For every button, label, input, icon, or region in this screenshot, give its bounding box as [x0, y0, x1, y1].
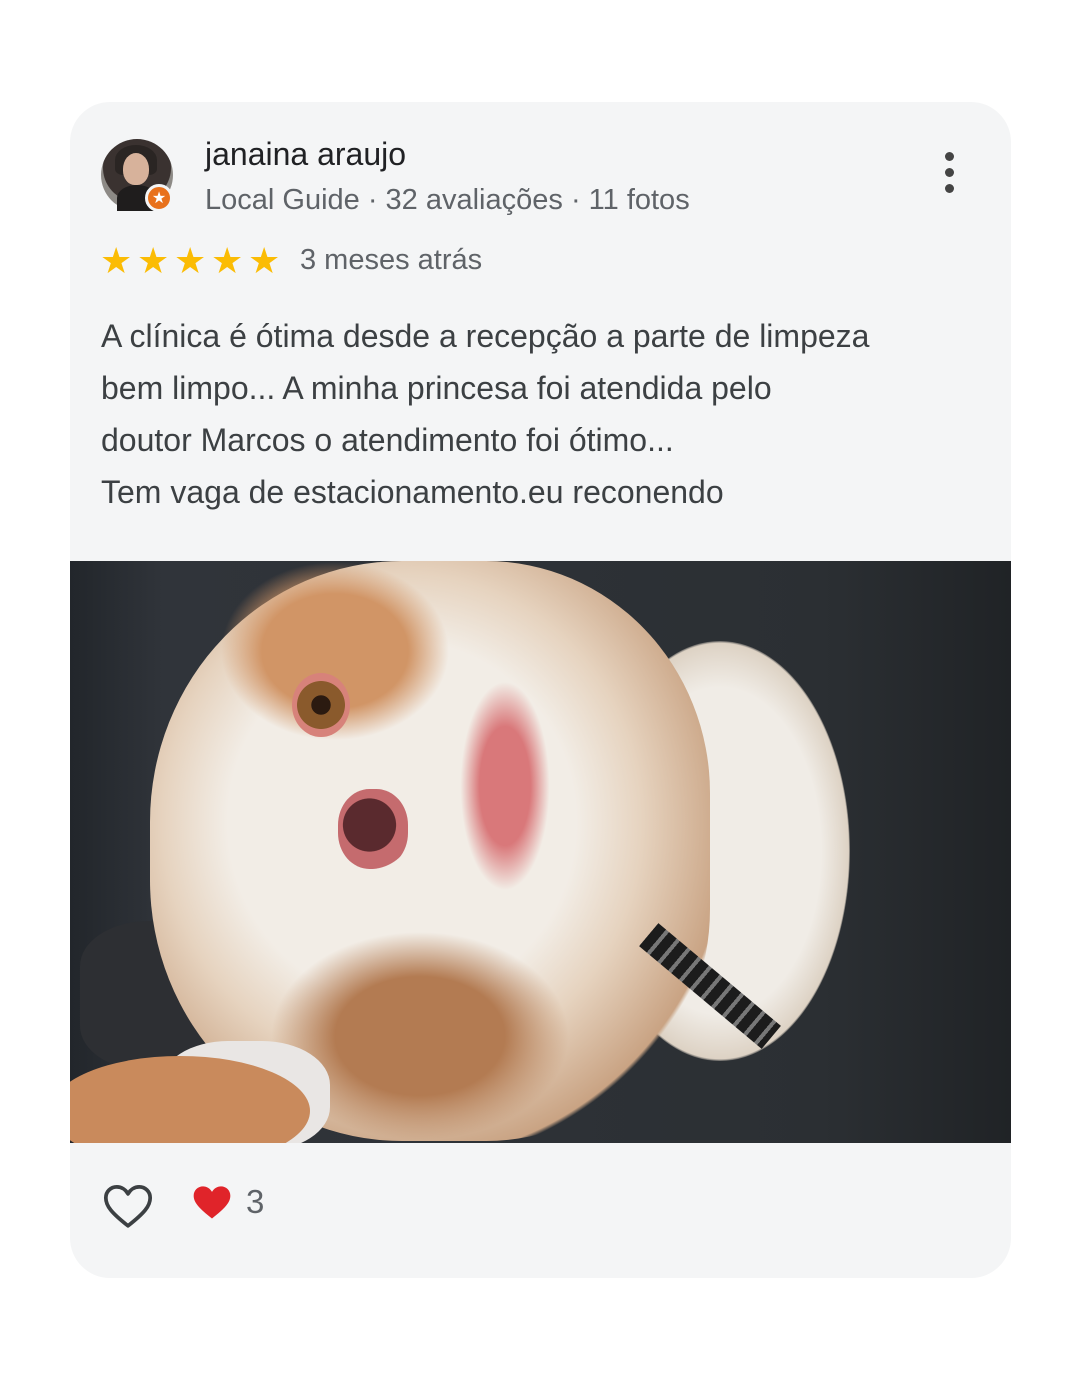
- heart-filled-icon: [193, 1186, 231, 1219]
- more-vert-icon[interactable]: [932, 152, 966, 202]
- review-card: ★ janaina araujo Local Guide · 32 avalia…: [70, 102, 1011, 1278]
- star-rating: ★ ★ ★ ★ ★: [100, 240, 285, 284]
- review-text-line: doutor Marcos o atendimento foi ótimo...: [101, 422, 674, 458]
- reaction-count: 3: [246, 1183, 265, 1220]
- author-avatar[interactable]: ★: [101, 139, 173, 212]
- star-icon: ★: [100, 241, 133, 282]
- star-icon: ★: [211, 241, 244, 282]
- review-photo[interactable]: [70, 561, 1011, 1143]
- review-text: A clínica é ótima desde a recepção a par…: [101, 310, 991, 518]
- review-text-line: bem limpo... A minha princesa foi atendi…: [101, 370, 772, 406]
- star-icon: ★: [174, 241, 207, 282]
- review-time: 3 meses atrás: [300, 244, 483, 276]
- review-text-line: Tem vaga de estacionamento.eu reconendo: [101, 474, 724, 510]
- author-meta: Local Guide · 32 avaliações · 11 fotos: [205, 184, 690, 216]
- star-icon: ★: [137, 241, 170, 282]
- author-name[interactable]: janaina araujo: [205, 136, 406, 173]
- review-actions: [100, 1178, 156, 1234]
- avatar-face: [123, 153, 149, 185]
- reaction-summary[interactable]: 3: [190, 1180, 264, 1224]
- heart-outline-icon[interactable]: [100, 1178, 156, 1234]
- star-icon: ★: [248, 241, 281, 282]
- review-text-line: A clínica é ótima desde a recepção a par…: [101, 318, 870, 354]
- local-guide-star-icon: ★: [145, 184, 173, 212]
